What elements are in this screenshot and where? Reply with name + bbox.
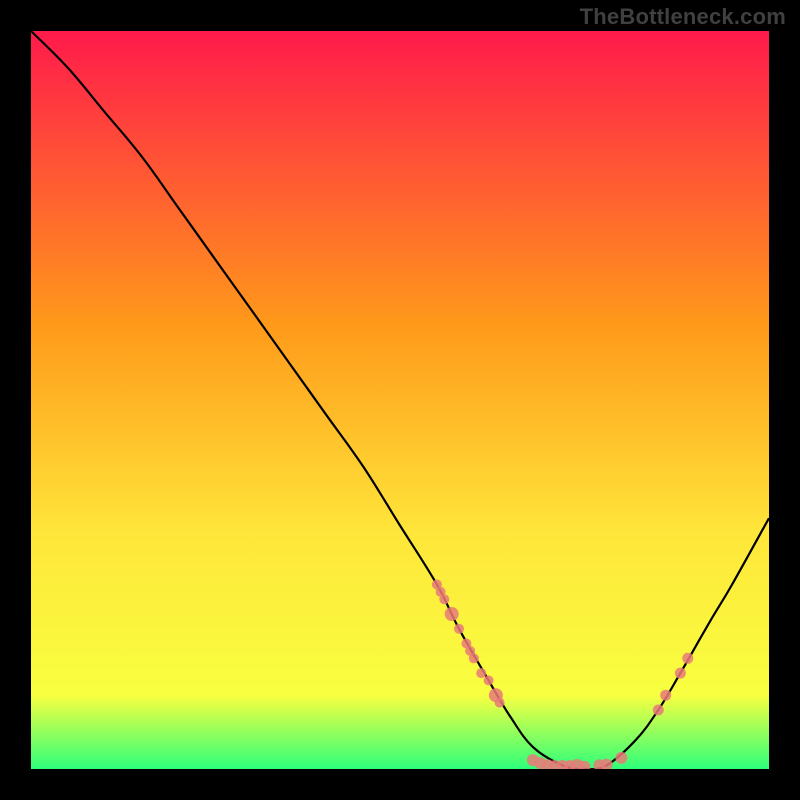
- data-point: [653, 705, 664, 716]
- data-point: [484, 675, 494, 685]
- data-point: [469, 653, 479, 663]
- data-point: [675, 668, 686, 679]
- chart-frame: TheBottleneck.com: [0, 0, 800, 800]
- data-point: [454, 624, 464, 634]
- gradient-background: [31, 31, 769, 769]
- data-point: [476, 668, 486, 678]
- chart-svg: [31, 31, 769, 769]
- data-point: [495, 698, 505, 708]
- plot-area: [31, 31, 769, 769]
- data-point: [682, 653, 693, 664]
- watermark-text: TheBottleneck.com: [580, 4, 786, 30]
- data-point: [615, 752, 627, 764]
- data-point: [439, 594, 449, 604]
- data-point: [660, 690, 671, 701]
- data-point: [445, 607, 459, 621]
